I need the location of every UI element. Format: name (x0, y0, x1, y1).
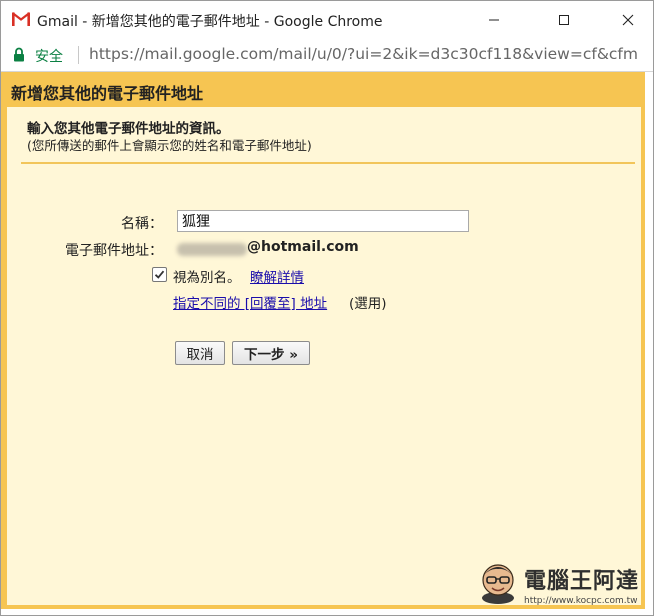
alias-checkbox[interactable] (152, 267, 167, 282)
address-bar: 安全 https://mail.google.com/mail/u/0/?ui=… (1, 39, 653, 72)
window-title: Gmail - 新增您其他的電子郵件地址 - Google Chrome (37, 14, 383, 30)
name-input[interactable] (177, 210, 469, 232)
maximize-button[interactable] (541, 1, 587, 39)
close-button[interactable] (605, 1, 651, 39)
section-title: 輸入您其他電子郵件地址的資訊。 (27, 121, 230, 137)
email-label: 電子郵件地址： (65, 243, 163, 259)
reply-to-link[interactable]: 指定不同的 [回覆至] 地址 (173, 292, 327, 312)
learn-more-link[interactable]: 瞭解詳情 (250, 266, 304, 286)
gmail-icon (12, 12, 30, 26)
name-label: 名稱： (121, 216, 163, 232)
dialog-title: 新增您其他的電子郵件地址 (11, 84, 204, 103)
browser-window: Gmail - 新增您其他的電子郵件地址 - Google Chrome 安全 … (0, 0, 654, 616)
close-icon (622, 14, 634, 26)
title-bar: Gmail - 新增您其他的電子郵件地址 - Google Chrome (1, 1, 653, 39)
watermark-url: http://www.kocpc.com.tw (524, 596, 638, 606)
mascot-icon (482, 564, 514, 604)
maximize-icon (559, 15, 569, 25)
alias-label: 視為別名。 (173, 270, 241, 286)
section-subtitle: (您所傳送的郵件上會顯示您的姓名和電子郵件地址) (27, 138, 312, 153)
section-divider (21, 162, 635, 164)
email-domain: @hotmail.com (247, 239, 359, 255)
minimize-icon (489, 19, 499, 21)
optional-label: (選用) (349, 296, 387, 312)
secure-label[interactable]: 安全 (35, 46, 63, 66)
cancel-button[interactable]: 取消 (175, 341, 225, 365)
url-field[interactable]: https://mail.google.com/mail/u/0/?ui=2&i… (89, 45, 638, 63)
lock-icon (14, 47, 24, 62)
watermark-text: 電腦王阿達 (524, 569, 640, 594)
dialog-body: 輸入您其他電子郵件地址的資訊。 (您所傳送的郵件上會顯示您的姓名和電子郵件地址)… (7, 107, 641, 605)
email-username-redacted (177, 243, 247, 256)
next-step-button[interactable]: 下一步 » (232, 341, 310, 365)
checkmark-icon (154, 270, 165, 279)
add-email-dialog: 新增您其他的電子郵件地址 輸入您其他電子郵件地址的資訊。 (您所傳送的郵件上會顯… (1, 72, 645, 609)
minimize-button[interactable] (471, 1, 517, 39)
address-separator (78, 46, 79, 64)
